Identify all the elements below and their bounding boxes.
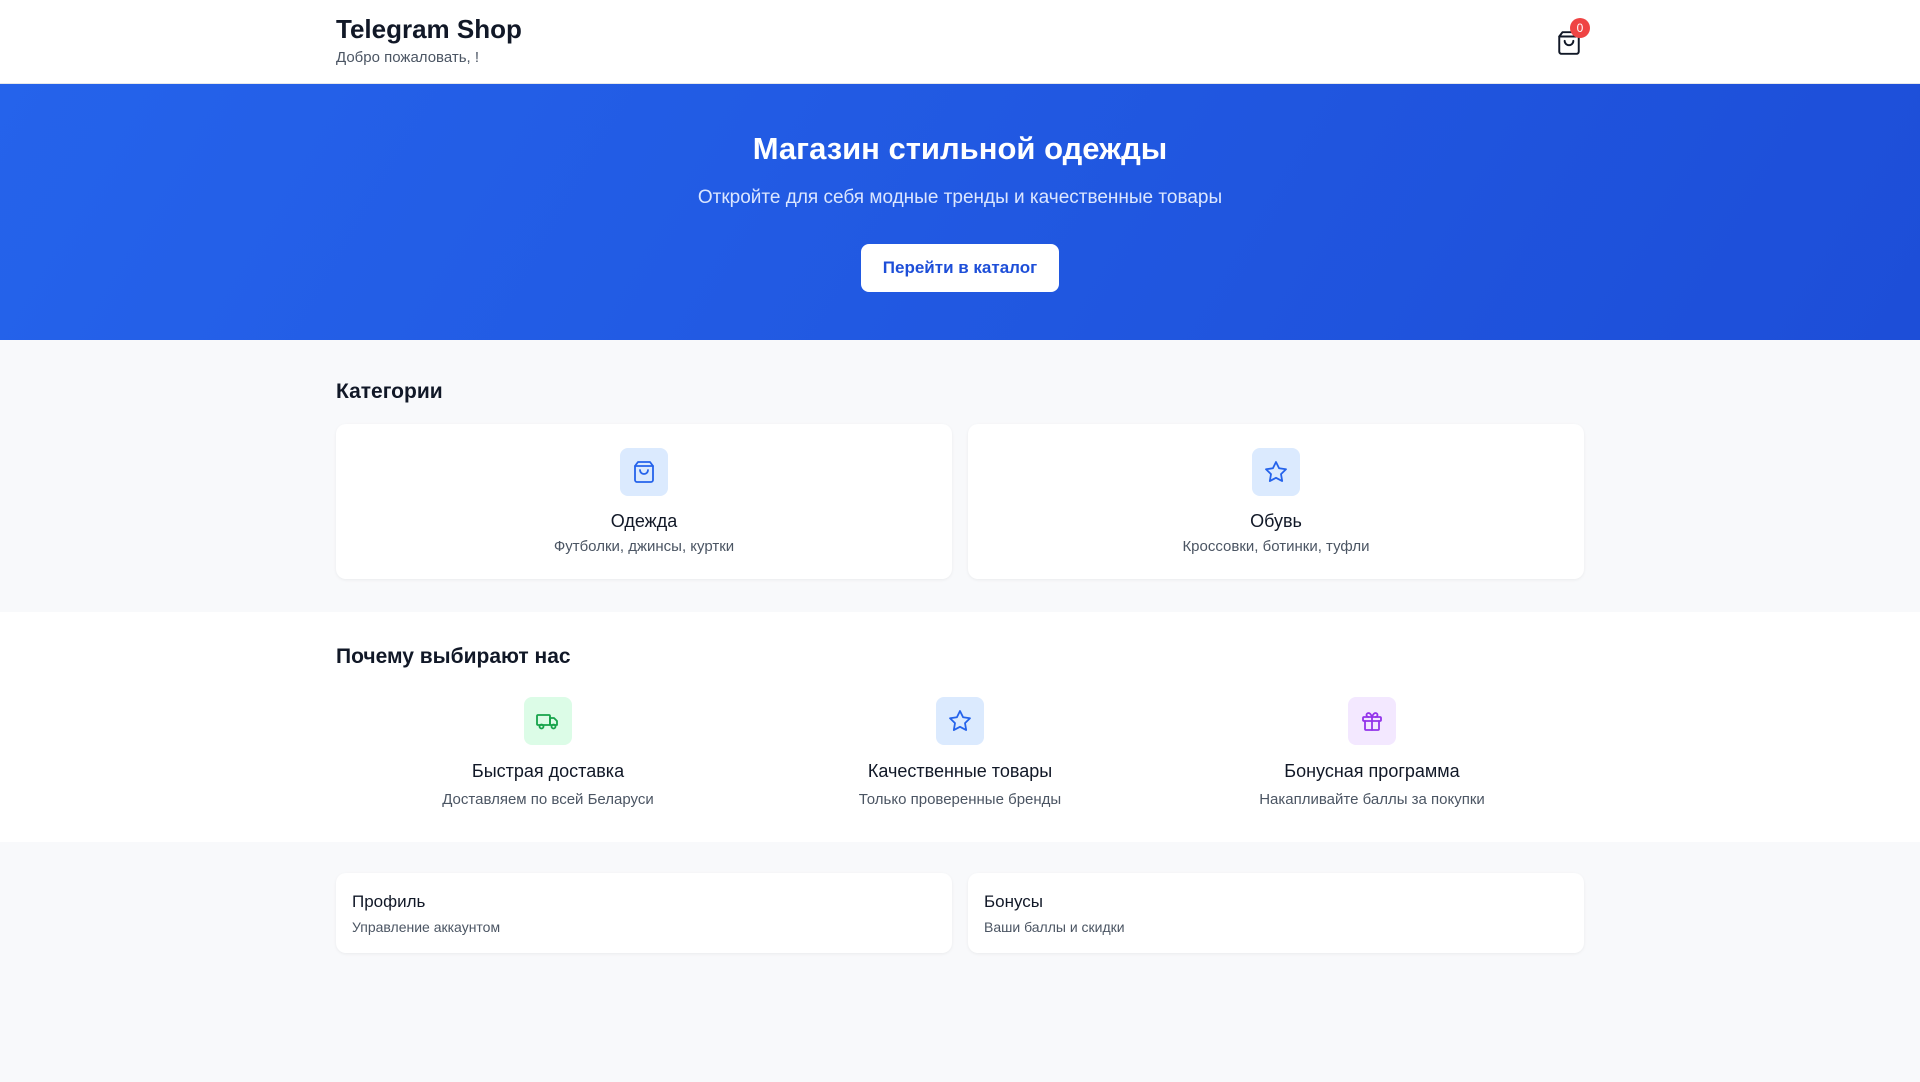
category-description: Кроссовки, ботинки, туфли [1182, 538, 1370, 555]
category-name: Обувь [1250, 511, 1302, 531]
hero-banner: Магазин стильной одежды Откройте для себ… [0, 84, 1920, 340]
cart-count-badge: 0 [1570, 18, 1590, 38]
star-icon [1265, 461, 1287, 482]
bonuses-description: Ваши баллы и скидки [984, 919, 1125, 935]
feature-description: Доставляем по всей Беларуси [442, 791, 654, 808]
feature-description: Только проверенные бренды [858, 791, 1062, 808]
category-card-clothing[interactable]: Одежда Футболки, джинсы, куртки [336, 424, 952, 579]
category-card-shoes[interactable]: Обувь Кроссовки, ботинки, туфли [968, 424, 1584, 579]
truck-icon [536, 714, 558, 730]
category-name: Одежда [610, 511, 678, 531]
feature-description: Накапливайте баллы за покупки [1259, 791, 1485, 808]
feature-title: Бонусная программа [1284, 761, 1460, 781]
why-us-section: Почему выбирают нас Быстрая доставка Дос… [0, 612, 1920, 842]
bonuses-card[interactable]: Бонусы Ваши баллы и скидки [968, 873, 1584, 953]
welcome-text: Добро пожаловать, ! [336, 49, 480, 66]
top-header: Telegram Shop Добро пожаловать, ! 0 [0, 0, 1920, 84]
gift-icon [1362, 712, 1382, 731]
shopping-bag-icon [634, 461, 654, 483]
feature-icon-box [1348, 697, 1396, 745]
catalog-button[interactable]: Перейти в каталог [861, 244, 1059, 292]
star-icon [949, 710, 971, 731]
category-icon-box [1252, 448, 1300, 496]
categories-title: Категории [336, 380, 443, 403]
app-title: Telegram Shop [336, 14, 522, 44]
profile-description: Управление аккаунтом [352, 919, 501, 935]
profile-card[interactable]: Профиль Управление аккаунтом [336, 873, 952, 953]
hero-title: Магазин стильной одежды [752, 131, 1168, 166]
hero-subtitle: Откройте для себя модные тренды и качест… [697, 187, 1223, 208]
bonuses-title: Бонусы [984, 892, 1044, 911]
feature-icon-box [936, 697, 984, 745]
why-us-title: Почему выбирают нас [336, 645, 571, 668]
categories-section: Категории Одежда Футболки, джинсы, куртк… [0, 340, 1920, 612]
feature-title: Быстрая доставка [471, 761, 625, 781]
quick-links-section: Профиль Управление аккаунтом Бонусы Ваши… [0, 842, 1920, 1082]
profile-title: Профиль [352, 892, 426, 911]
feature-title: Качественные товары [867, 761, 1053, 781]
cart-button[interactable]: 0 [1554, 18, 1590, 58]
category-icon-box [620, 448, 668, 496]
category-description: Футболки, джинсы, куртки [553, 538, 735, 555]
feature-icon-box [524, 697, 572, 745]
